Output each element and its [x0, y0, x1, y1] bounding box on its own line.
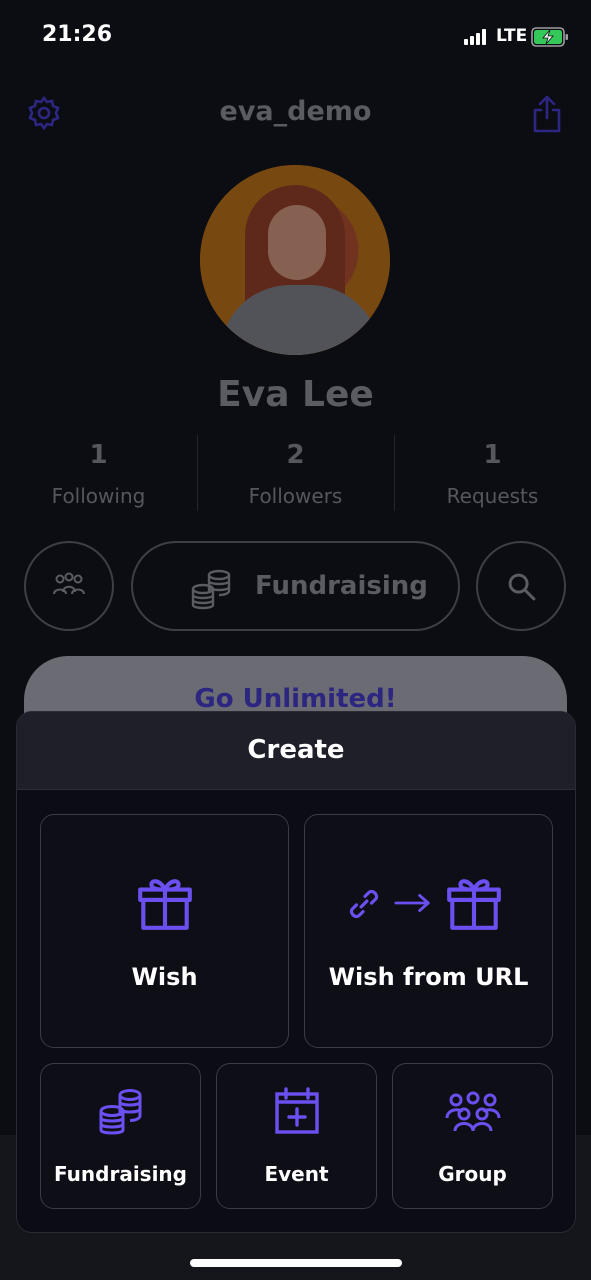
- stat-following[interactable]: 1 Following: [0, 430, 197, 514]
- coins-icon: [99, 1089, 142, 1135]
- go-unlimited-label: Go Unlimited!: [194, 684, 397, 714]
- calendar-add-icon: [275, 1087, 319, 1134]
- stat-label: Requests: [446, 484, 539, 508]
- create-group-button[interactable]: Group: [392, 1063, 553, 1209]
- group-icon: [445, 1091, 501, 1132]
- stat-label: Following: [51, 484, 146, 508]
- stat-value: 1: [483, 440, 502, 470]
- share-icon[interactable]: [530, 94, 564, 134]
- gift-icon: [447, 879, 501, 930]
- fundraising-filter-button[interactable]: Fundraising: [131, 541, 460, 631]
- profile-stats: 1 Following 2 Followers 1 Requests: [0, 430, 591, 514]
- group-label: Group: [438, 1162, 507, 1186]
- link-icon: [349, 889, 379, 919]
- search-icon: [508, 573, 536, 601]
- create-wish-from-url-button[interactable]: Wish from URL: [304, 814, 553, 1048]
- coins-icon: [191, 569, 231, 610]
- event-label: Event: [264, 1162, 329, 1186]
- create-sheet: Create Wish Wish from URL Fundraising Ev…: [16, 711, 576, 1233]
- avatar: [200, 165, 390, 355]
- stat-requests[interactable]: 1 Requests: [394, 430, 591, 514]
- arrow-right-icon: [394, 893, 430, 913]
- home-indicator[interactable]: [190, 1259, 402, 1267]
- groups-button[interactable]: [24, 541, 114, 631]
- profile-username: eva_demo: [219, 96, 372, 127]
- sheet-header: Create: [17, 712, 575, 790]
- search-button[interactable]: [476, 541, 566, 631]
- fundraising-label: Fundraising: [54, 1162, 187, 1186]
- create-fundraising-button[interactable]: Fundraising: [40, 1063, 201, 1209]
- wish-label: Wish: [131, 963, 198, 991]
- network-label: LTE: [496, 26, 528, 46]
- create-event-button[interactable]: Event: [216, 1063, 377, 1209]
- fundraising-filter-label: Fundraising: [255, 571, 428, 601]
- stat-value: 1: [89, 440, 108, 470]
- status-time: 21:26: [42, 22, 113, 47]
- battery-charging-icon: [531, 27, 568, 47]
- gift-icon: [138, 879, 192, 930]
- create-wish-button[interactable]: Wish: [40, 814, 289, 1048]
- stat-value: 2: [286, 440, 305, 470]
- profile-name: Eva Lee: [217, 374, 374, 415]
- sheet-title: Create: [247, 735, 345, 765]
- wish-from-url-label: Wish from URL: [328, 963, 529, 991]
- group-icon: [53, 572, 85, 595]
- signal-icon: [464, 29, 488, 45]
- stat-label: Followers: [248, 484, 343, 508]
- screen: 21:26 LTE eva_demo Eva Lee 1 Following 2…: [0, 0, 591, 1280]
- stat-followers[interactable]: 2 Followers: [197, 430, 394, 514]
- status-bar: 21:26 LTE: [0, 0, 591, 72]
